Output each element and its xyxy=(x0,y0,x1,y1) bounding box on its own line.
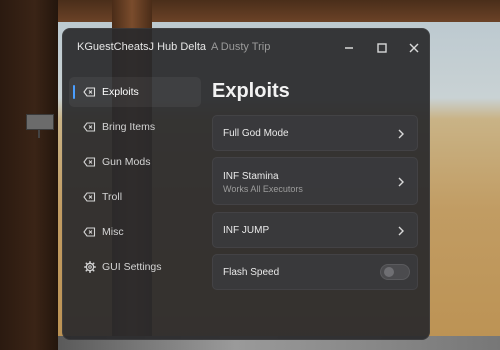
window-title: KGuestCheatsJ Hub Delta A Dusty Trip xyxy=(77,41,270,53)
close-icon xyxy=(409,43,419,53)
sidebar-item-label: GUI Settings xyxy=(102,261,162,273)
sidebar-item-misc[interactable]: Misc xyxy=(69,217,201,247)
maximize-button[interactable] xyxy=(374,40,390,56)
window-subtitle: A Dusty Trip xyxy=(211,41,271,53)
inf-jump-button[interactable]: INF JUMP xyxy=(212,212,418,248)
sidebar-item-bring-items[interactable]: Bring Items xyxy=(69,112,201,142)
sidebar-item-gun-mods[interactable]: Gun Mods xyxy=(69,147,201,177)
maximize-icon xyxy=(377,43,387,53)
tag-icon xyxy=(83,191,96,204)
page-title: Exploits xyxy=(212,80,290,102)
sidebar-item-label: Gun Mods xyxy=(102,156,151,168)
gear-icon xyxy=(83,261,96,274)
chevron-right-icon xyxy=(396,226,406,236)
row-label: INF JUMP xyxy=(223,225,270,236)
toggle-knob xyxy=(384,267,394,277)
sidebar-item-gui-settings[interactable]: GUI Settings xyxy=(69,252,201,282)
tag-icon xyxy=(83,226,96,239)
minimize-icon xyxy=(345,47,353,49)
chevron-right-icon xyxy=(396,129,406,139)
background-pillar xyxy=(0,0,58,350)
active-indicator xyxy=(73,85,75,99)
minimize-button[interactable] xyxy=(341,40,357,56)
flash-speed-row: Flash Speed xyxy=(212,254,418,290)
window-title-text: KGuestCheatsJ Hub Delta xyxy=(77,41,207,53)
row-label: Full God Mode xyxy=(223,128,289,139)
background-sign xyxy=(26,114,54,130)
row-description: Works All Executors xyxy=(223,184,303,194)
inf-stamina-button[interactable]: INF Stamina Works All Executors xyxy=(212,157,418,205)
sidebar-item-label: Misc xyxy=(102,226,124,238)
row-label: Flash Speed xyxy=(223,267,280,278)
hub-window: KGuestCheatsJ Hub Delta A Dusty Trip Expl… xyxy=(62,28,430,340)
flash-speed-toggle[interactable] xyxy=(380,264,410,280)
sidebar-item-label: Troll xyxy=(102,191,123,203)
full-god-mode-button[interactable]: Full God Mode xyxy=(212,115,418,151)
sidebar: Exploits Bring Items Gun Mods Troll Misc xyxy=(69,77,201,287)
sidebar-item-troll[interactable]: Troll xyxy=(69,182,201,212)
chevron-right-icon xyxy=(396,177,406,187)
title-bar[interactable]: KGuestCheatsJ Hub Delta A Dusty Trip xyxy=(63,29,429,67)
sidebar-item-exploits[interactable]: Exploits xyxy=(69,77,201,107)
sidebar-item-label: Bring Items xyxy=(102,121,156,133)
tag-icon xyxy=(83,156,96,169)
close-button[interactable] xyxy=(406,40,422,56)
tag-icon xyxy=(83,121,96,134)
row-label: INF Stamina xyxy=(223,171,279,182)
background-sign-post xyxy=(38,130,40,138)
tag-icon xyxy=(83,86,96,99)
sidebar-item-label: Exploits xyxy=(102,86,139,98)
